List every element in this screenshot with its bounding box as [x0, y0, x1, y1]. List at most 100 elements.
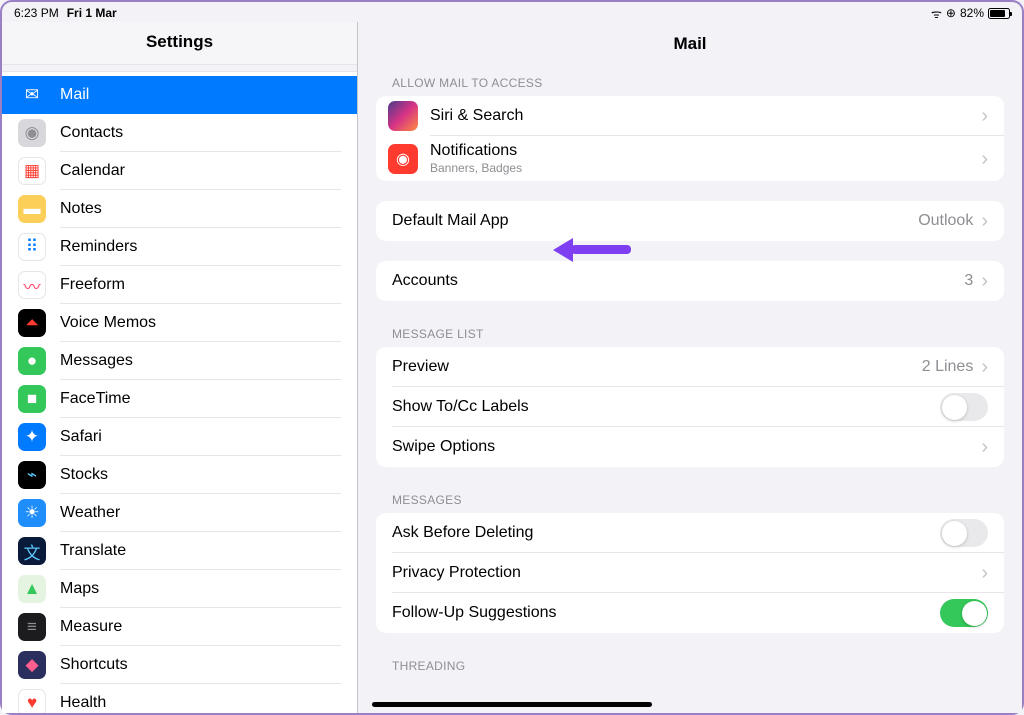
sidebar-item-contacts[interactable]: ◉ Contacts	[2, 114, 357, 152]
sidebar-item-facetime[interactable]: ■ FaceTime	[2, 380, 357, 418]
row-siri-search[interactable]: Siri & Search ›	[376, 96, 1004, 136]
sidebar-item-label: Mail	[60, 86, 89, 104]
status-bar: 6:23 PM Fri 1 Mar ᯤ ⊕ 82%	[2, 2, 1022, 22]
orientation-lock-icon: ⊕	[946, 6, 956, 20]
row-label: Privacy Protection	[392, 564, 981, 582]
group-messages: Ask Before Deleting Privacy Protection ›…	[376, 513, 1004, 633]
sidebar-item-freeform[interactable]: 〰Freeform	[2, 266, 357, 304]
row-default-mail-app[interactable]: Default Mail App Outlook ›	[376, 201, 1004, 241]
group-message-list: Preview 2 Lines › Show To/Cc Labels Swip…	[376, 347, 1004, 467]
notes-icon: ▬	[18, 195, 46, 223]
row-label: Swipe Options	[392, 438, 981, 456]
contacts-icon: ◉	[18, 119, 46, 147]
row-preview[interactable]: Preview 2 Lines ›	[376, 347, 1004, 387]
sidebar-item-label: Messages	[60, 352, 133, 370]
row-value: 3	[964, 272, 973, 290]
shortcuts-icon: ◆	[18, 651, 46, 679]
sidebar-item-label: Contacts	[60, 124, 123, 142]
siri-icon	[388, 101, 418, 131]
row-label: Show To/Cc Labels	[392, 398, 940, 416]
sidebar-item-label: Calendar	[60, 162, 125, 180]
safari-icon: ✦	[18, 423, 46, 451]
main-panel: Mail ALLOW MAIL TO ACCESS Siri & Search …	[358, 22, 1022, 713]
sidebar-item-label: FaceTime	[60, 390, 131, 408]
chevron-right-icon: ›	[981, 106, 988, 126]
sidebar-item-translate[interactable]: 文 Translate	[2, 532, 357, 570]
row-value: 2 Lines	[922, 358, 974, 376]
row-follow-up-suggestions[interactable]: Follow-Up Suggestions	[376, 593, 1004, 633]
voice-memos-icon: ⏶	[18, 309, 46, 337]
chevron-right-icon: ›	[981, 563, 988, 583]
notifications-icon: ◉	[388, 144, 418, 174]
sidebar-item-label: Voice Memos	[60, 314, 156, 332]
row-ask-before-deleting[interactable]: Ask Before Deleting	[376, 513, 1004, 553]
health-icon: ♥	[18, 689, 46, 713]
sidebar-item-shortcuts[interactable]: ◆ Shortcuts	[2, 646, 357, 684]
chevron-right-icon: ›	[981, 437, 988, 457]
section-messages: MESSAGES	[358, 487, 1022, 513]
row-label: Accounts	[392, 272, 964, 290]
row-swipe-options[interactable]: Swipe Options ›	[376, 427, 1004, 467]
sidebar-item-stocks[interactable]: ⌁ Stocks	[2, 456, 357, 494]
row-label: Notifications	[430, 142, 969, 160]
toggle-ask-before-deleting[interactable]	[940, 519, 988, 547]
messages-icon: ●	[18, 347, 46, 375]
sidebar-item-health[interactable]: ♥ Health	[2, 684, 357, 713]
sidebar-item-label: Reminders	[60, 238, 137, 256]
group-default-mail: Default Mail App Outlook ›	[376, 201, 1004, 241]
measure-icon: ≡	[18, 613, 46, 641]
weather-icon: ☀	[18, 499, 46, 527]
main-title: Mail	[358, 22, 1022, 70]
status-time: 6:23 PM	[14, 6, 59, 20]
chevron-right-icon: ›	[981, 357, 988, 377]
settings-sidebar: Settings ✉︎ Mail ◉ Contacts ▦Calendar▬Notes⠿…	[2, 22, 358, 713]
mail-icon: ✉︎	[18, 81, 46, 109]
row-show-tocc[interactable]: Show To/Cc Labels	[376, 387, 1004, 427]
sidebar-item-safari[interactable]: ✦ Safari	[2, 418, 357, 456]
sidebar-item-label: Shortcuts	[60, 656, 128, 674]
section-message-list: MESSAGE LIST	[358, 321, 1022, 347]
sidebar-item-notes[interactable]: ▬Notes	[2, 190, 357, 228]
sidebar-item-label: Translate	[60, 542, 126, 560]
row-label: Ask Before Deleting	[392, 524, 940, 542]
sidebar-item-measure[interactable]: ≡ Measure	[2, 608, 357, 646]
sidebar-item-label: Maps	[60, 580, 99, 598]
group-access: Siri & Search › ◉ Notifications Banners,…	[376, 96, 1004, 181]
sidebar-item-reminders[interactable]: ⠿Reminders	[2, 228, 357, 266]
row-label: Default Mail App	[392, 212, 918, 230]
row-label: Siri & Search	[430, 107, 969, 125]
sidebar-item-weather[interactable]: ☀ Weather	[2, 494, 357, 532]
row-label: Follow-Up Suggestions	[392, 604, 940, 622]
sidebar-item-label: Health	[60, 694, 106, 712]
sidebar-item-messages[interactable]: ● Messages	[2, 342, 357, 380]
row-privacy-protection[interactable]: Privacy Protection ›	[376, 553, 1004, 593]
sidebar-item-label: Safari	[60, 428, 102, 446]
sidebar-item-label: Stocks	[60, 466, 108, 484]
home-indicator[interactable]	[372, 702, 652, 707]
chevron-right-icon: ›	[981, 211, 988, 231]
sidebar-item-label: Weather	[60, 504, 120, 522]
sidebar-item-label: Freeform	[60, 276, 125, 294]
group-accounts: Accounts 3 ›	[376, 261, 1004, 301]
sidebar-item-label: Measure	[60, 618, 122, 636]
section-threading: THREADING	[358, 653, 1022, 679]
sidebar-title: Settings	[2, 22, 357, 65]
section-allow-access: ALLOW MAIL TO ACCESS	[358, 70, 1022, 96]
battery-pct: 82%	[960, 6, 984, 20]
translate-icon: 文	[18, 537, 46, 565]
toggle-show-tocc[interactable]	[940, 393, 988, 421]
chevron-right-icon: ›	[981, 271, 988, 291]
toggle-follow-up[interactable]	[940, 599, 988, 627]
chevron-right-icon: ›	[981, 149, 988, 169]
row-accounts[interactable]: Accounts 3 ›	[376, 261, 1004, 301]
sidebar-list[interactable]: ✉︎ Mail ◉ Contacts ▦Calendar▬Notes⠿Reminders…	[2, 71, 357, 713]
sidebar-item-maps[interactable]: ▲Maps	[2, 570, 357, 608]
sidebar-item-mail[interactable]: ✉︎ Mail	[2, 76, 357, 114]
wifi-icon: ᯤ	[931, 5, 942, 22]
sidebar-item-calendar[interactable]: ▦Calendar	[2, 152, 357, 190]
row-sublabel: Banners, Badges	[430, 161, 969, 175]
sidebar-item-voice-memos[interactable]: ⏶ Voice Memos	[2, 304, 357, 342]
facetime-icon: ■	[18, 385, 46, 413]
stocks-icon: ⌁	[18, 461, 46, 489]
row-notifications[interactable]: ◉ Notifications Banners, Badges ›	[376, 136, 1004, 181]
